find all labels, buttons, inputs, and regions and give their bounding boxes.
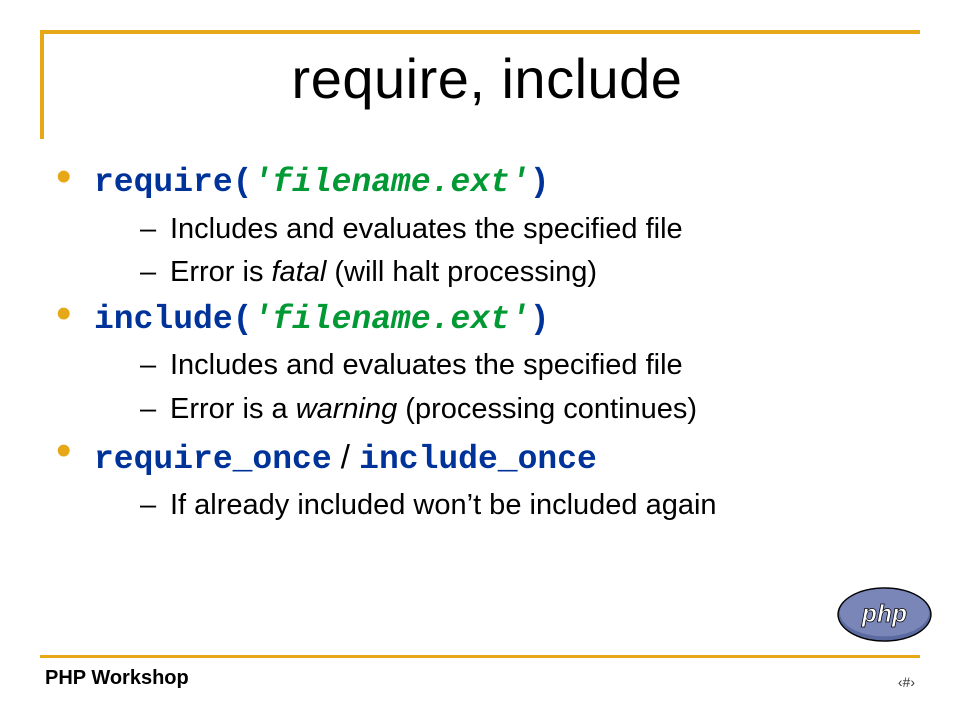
text: If already included won’t be included ag… [170,489,717,521]
bullet-include: include('filename.ext') Includes and eva… [50,298,920,429]
php-logo-icon: php [837,587,932,642]
bullet-require: require('filename.ext') Includes and eva… [50,161,920,292]
code-sep: / [332,438,360,475]
code-include-fn: include( [94,301,252,338]
sub-item: Error is fatal (will halt processing) [140,253,920,292]
bullet-once: require_once / include_once If already i… [50,435,920,526]
sub-item: Error is a warning (processing continues… [140,390,920,429]
footer-divider [40,655,920,658]
text: (processing continues) [397,393,697,425]
sub-item: Includes and evaluates the specified fil… [140,346,920,385]
title-frame: require, include [40,30,920,139]
code-require-arg: 'filename.ext' [252,164,529,201]
footer-left: PHP Workshop [45,667,189,690]
text: Error is [170,256,272,288]
slide-title: require, include [64,46,910,111]
code-require-end: ) [530,164,550,201]
text: (will halt processing) [326,256,597,288]
text-ital: warning [296,393,398,425]
code-require-once: require_once [94,441,332,478]
text-ital: fatal [272,256,327,288]
code-include-once: include_once [359,441,597,478]
php-logo-text: php [861,601,907,628]
code-require-fn: require( [94,164,252,201]
slide: require, include require('filename.ext')… [0,0,960,720]
sub-item: Includes and evaluates the specified fil… [140,210,920,249]
text: Error is a [170,393,296,425]
footer-page-number: ‹#› [898,674,915,690]
slide-body: require('filename.ext') Includes and eva… [40,161,920,525]
text: Includes and evaluates the specified fil… [170,349,683,381]
code-include-arg: 'filename.ext' [252,301,529,338]
text: Includes and evaluates the specified fil… [170,213,683,245]
sub-item: If already included won’t be included ag… [140,486,920,525]
code-include-end: ) [530,301,550,338]
